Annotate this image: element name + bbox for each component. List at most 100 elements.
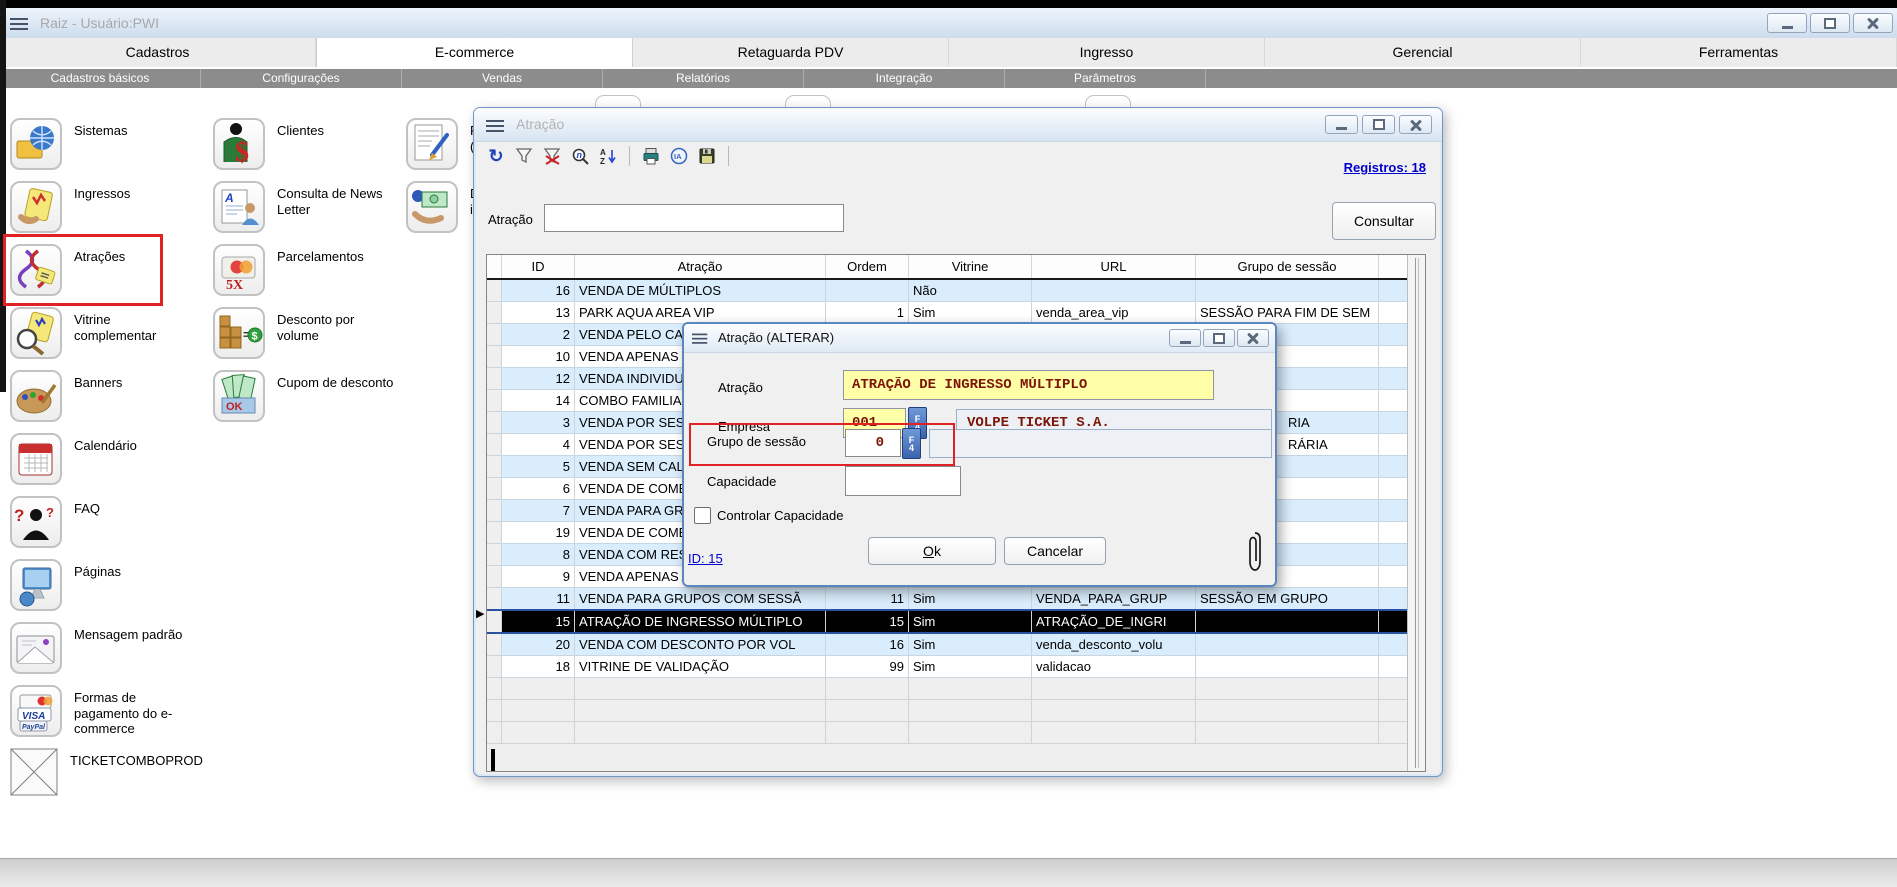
panel-item-ticketcomboprod[interactable]: TICKETCOMBOPROD: [10, 748, 200, 811]
column-header-atra-o[interactable]: Atração: [575, 255, 826, 279]
ia-icon[interactable]: IA: [669, 146, 689, 166]
submenu-item-par-metros[interactable]: Parâmetros: [1005, 69, 1206, 88]
table-row-id-15[interactable]: 15ATRAÇÃO DE INGRESSO MÚLTIPLO15SimATRAÇ…: [487, 610, 1415, 633]
submenu-item-cadastros-b-sicos[interactable]: Cadastros básicos: [0, 69, 201, 88]
cell-vitrine[interactable]: Sim: [909, 656, 1032, 678]
panel-item-desconto-por-volume[interactable]: =$Desconto por volume: [213, 307, 403, 370]
cell-url[interactable]: venda_area_vip: [1032, 302, 1196, 324]
column-header-grupo-de-sess-o[interactable]: Grupo de sessão: [1196, 255, 1379, 279]
panel-item-banners[interactable]: Banners: [10, 370, 200, 433]
cell-vitrine[interactable]: Sim: [909, 588, 1032, 611]
submenu-item-integra-o[interactable]: Integração: [804, 69, 1005, 88]
cell-atracao[interactable]: VITRINE DE VALIDAÇÃO: [575, 656, 826, 678]
cell-vitrine[interactable]: Sim: [909, 633, 1032, 656]
close-button[interactable]: [1237, 329, 1269, 347]
minimize-button[interactable]: [1169, 329, 1201, 347]
panel-item-p-ginas[interactable]: Páginas: [10, 559, 200, 622]
window-menu-icon[interactable]: [486, 117, 506, 135]
grupo-sessao-input[interactable]: [845, 429, 901, 457]
main-menu-icon[interactable]: [10, 15, 30, 33]
cell-vitrine[interactable]: Sim: [909, 302, 1032, 324]
restore-button[interactable]: [1203, 329, 1235, 347]
panel-item-vitrine-complementar[interactable]: Vitrine complementar: [10, 307, 200, 370]
cell-ordem[interactable]: 15: [826, 610, 909, 633]
minimize-button[interactable]: [1325, 115, 1358, 134]
cell-atracao[interactable]: VENDA PARA GRUPOS COM SESSÃ: [575, 588, 826, 611]
panel-item-faq[interactable]: ??FAQ: [10, 496, 200, 559]
table-row-id-13[interactable]: 13PARK AQUA AREA VIP1Simvenda_area_vipSE…: [487, 302, 1415, 324]
cell-id[interactable]: 4: [502, 434, 575, 456]
cell-id[interactable]: 16: [502, 279, 575, 302]
cell-id[interactable]: 20: [502, 633, 575, 656]
atracao-filter-input[interactable]: [544, 204, 844, 232]
submenu-item-vendas[interactable]: Vendas: [402, 69, 603, 88]
grupo-f4-lookup-button[interactable]: F 4: [902, 428, 921, 459]
column-header-vitrine[interactable]: Vitrine: [909, 255, 1032, 279]
maximize-button[interactable]: [1810, 13, 1850, 33]
minimize-button[interactable]: [1767, 13, 1807, 33]
panel-item-consulta-de-news-letter[interactable]: AConsulta de News Letter: [213, 181, 403, 244]
cell-url[interactable]: [1032, 279, 1196, 302]
clear-filter-icon[interactable]: [542, 146, 562, 166]
column-header-url[interactable]: URL: [1032, 255, 1196, 279]
close-button[interactable]: [1399, 115, 1432, 134]
submenu-item-relat-rios[interactable]: Relatórios: [603, 69, 804, 88]
cell-id[interactable]: 7: [502, 500, 575, 522]
print-icon[interactable]: [641, 146, 661, 166]
panel-item-cupom-de-desconto[interactable]: OKCupom de desconto: [213, 370, 403, 433]
cell-vitrine[interactable]: Não: [909, 279, 1032, 302]
sort-az-icon[interactable]: AZ: [598, 146, 618, 166]
cell-ordem[interactable]: 99: [826, 656, 909, 678]
table-row-id-20[interactable]: 20VENDA COM DESCONTO POR VOL16Simvenda_d…: [487, 633, 1415, 656]
cell-id[interactable]: 9: [502, 566, 575, 588]
find-icon[interactable]: n: [570, 146, 590, 166]
refresh-icon[interactable]: ↻: [486, 146, 506, 166]
cell-atracao[interactable]: ATRAÇÃO DE INGRESSO MÚLTIPLO: [575, 610, 826, 633]
tab-retaguarda-pdv[interactable]: Retaguarda PDV: [633, 38, 949, 67]
cell-id[interactable]: 8: [502, 544, 575, 566]
id-link[interactable]: ID: 15: [688, 551, 723, 566]
cell-ordem[interactable]: [826, 279, 909, 302]
consultar-button[interactable]: Consultar: [1332, 202, 1436, 240]
table-row-id-16[interactable]: 16VENDA DE MÚLTIPLOS Não: [487, 279, 1415, 302]
ok-button[interactable]: Ok: [868, 537, 996, 565]
cell-id[interactable]: 12: [502, 368, 575, 390]
cell-id[interactable]: 19: [502, 522, 575, 544]
vertical-scrollbar[interactable]: [1407, 255, 1425, 771]
atracao-value-input[interactable]: [843, 370, 1214, 400]
cell-grupo[interactable]: [1196, 610, 1379, 633]
cell-atracao[interactable]: PARK AQUA AREA VIP: [575, 302, 826, 324]
cell-grupo[interactable]: [1196, 656, 1379, 678]
cell-id[interactable]: 13: [502, 302, 575, 324]
save-icon[interactable]: [697, 146, 717, 166]
panel-item-parcelamentos[interactable]: 5XParcelamentos: [213, 244, 403, 307]
tab-ferramentas[interactable]: Ferramentas: [1581, 38, 1897, 67]
cell-id[interactable]: 14: [502, 390, 575, 412]
cell-url[interactable]: venda_desconto_volu: [1032, 633, 1196, 656]
cell-url[interactable]: validacao: [1032, 656, 1196, 678]
panel-item-sistemas[interactable]: Sistemas: [10, 118, 200, 181]
table-row-id-18[interactable]: 18VITRINE DE VALIDAÇÃO99Simvalidacao: [487, 656, 1415, 678]
capacidade-input[interactable]: [845, 466, 961, 496]
controlar-capacidade-checkbox[interactable]: [694, 507, 711, 524]
cell-id[interactable]: 3: [502, 412, 575, 434]
tab-gerencial[interactable]: Gerencial: [1265, 38, 1581, 67]
cell-atracao[interactable]: VENDA DE MÚLTIPLOS: [575, 279, 826, 302]
cell-ordem[interactable]: 11: [826, 588, 909, 611]
paperclip-icon[interactable]: [1246, 530, 1264, 579]
cancelar-button[interactable]: Cancelar: [1004, 537, 1106, 565]
cell-atracao[interactable]: VENDA COM DESCONTO POR VOL: [575, 633, 826, 656]
panel-item-calend-rio[interactable]: Calendário: [10, 433, 200, 496]
cell-id[interactable]: 6: [502, 478, 575, 500]
cell-id[interactable]: 11: [502, 588, 575, 611]
cell-id[interactable]: 10: [502, 346, 575, 368]
column-header-ordem[interactable]: Ordem: [826, 255, 909, 279]
table-row-id-11[interactable]: 11VENDA PARA GRUPOS COM SESSÃ11SimVENDA_…: [487, 588, 1415, 611]
submenu-item-configura-es[interactable]: Configurações: [201, 69, 402, 88]
close-button[interactable]: [1853, 13, 1893, 33]
cell-grupo[interactable]: [1196, 633, 1379, 656]
cell-grupo[interactable]: SESSÃO EM GRUPO: [1196, 588, 1379, 611]
cell-id[interactable]: 18: [502, 656, 575, 678]
cell-grupo[interactable]: [1196, 279, 1379, 302]
cell-vitrine[interactable]: Sim: [909, 610, 1032, 633]
